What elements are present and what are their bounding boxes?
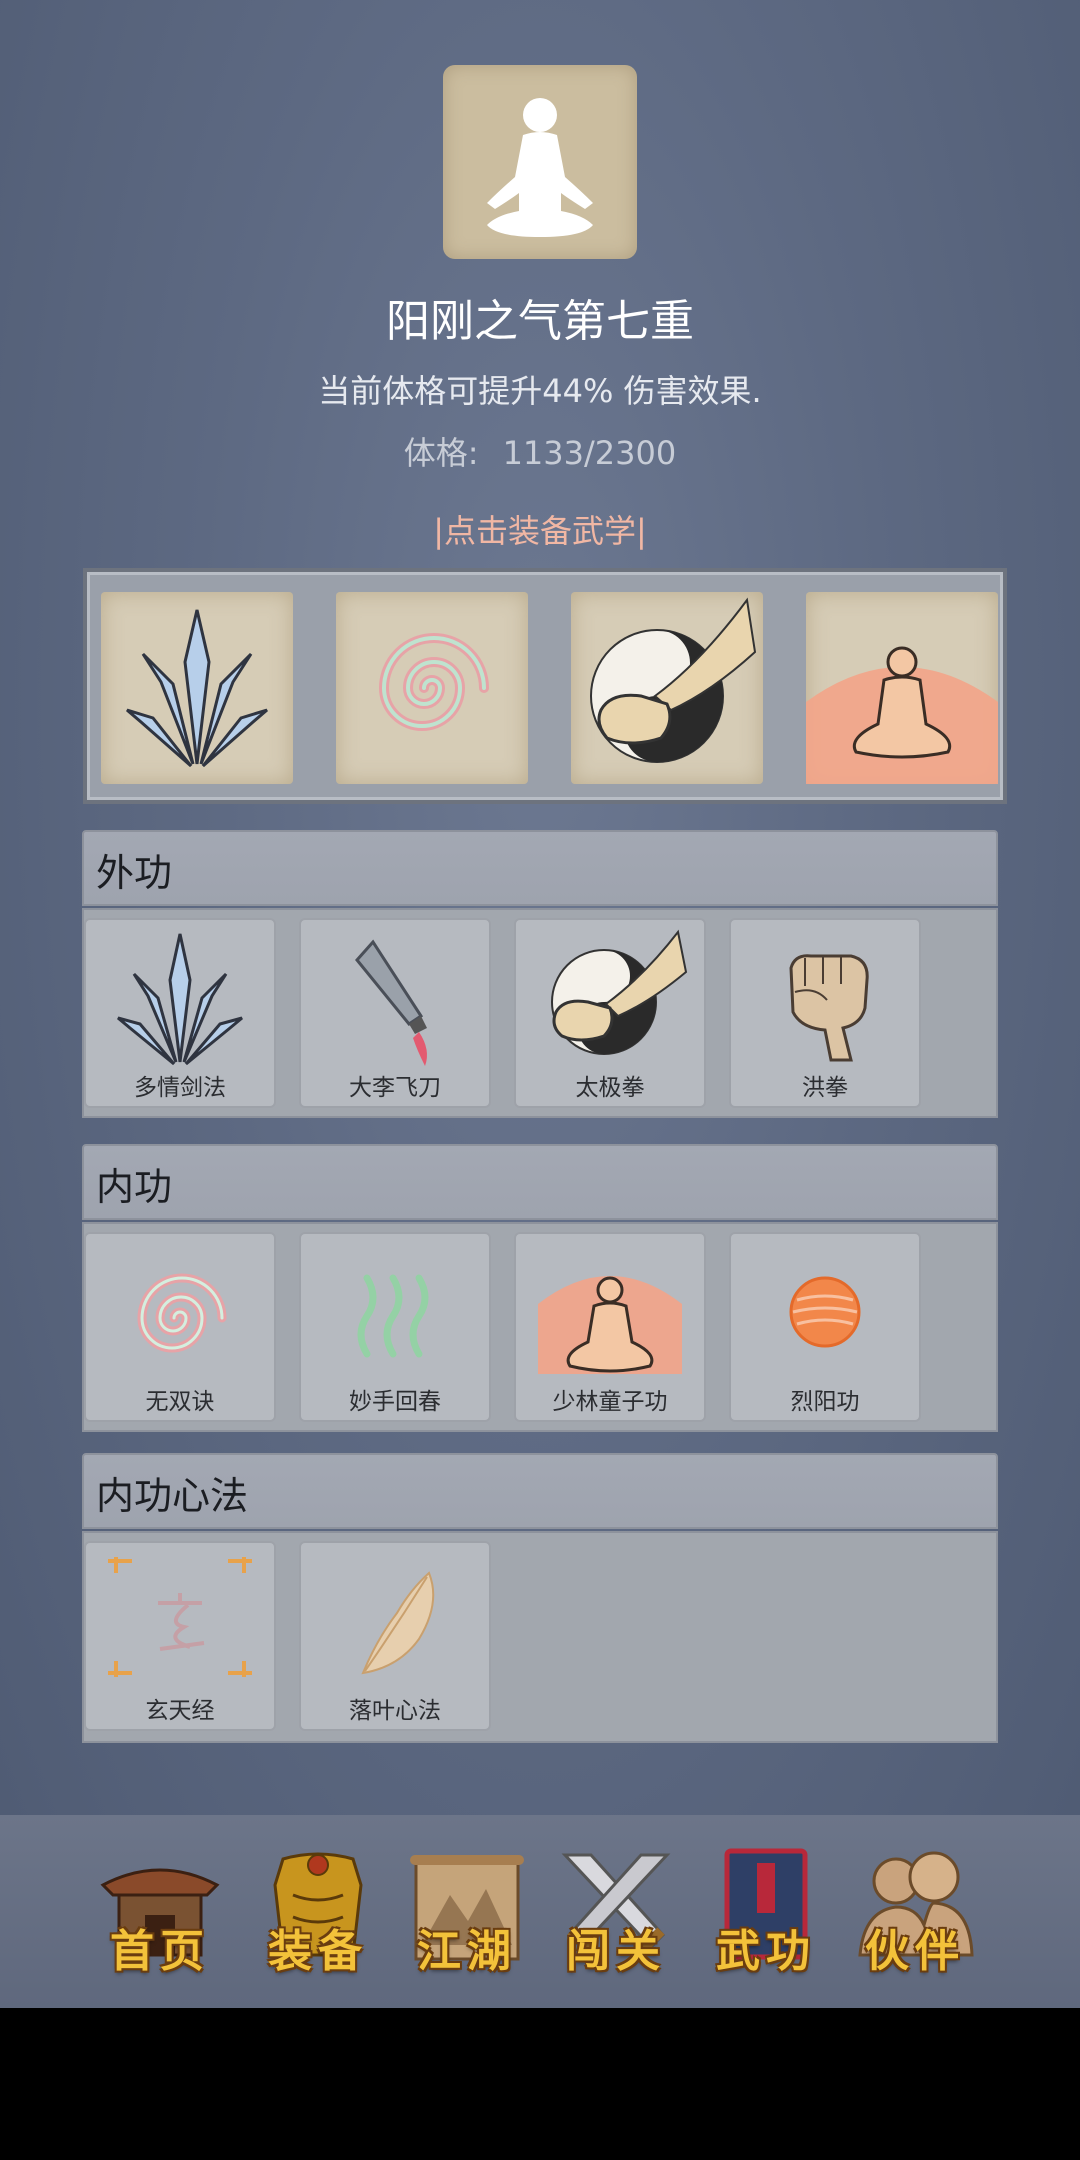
meditating-monk-icon [538, 1276, 682, 1374]
skill-name: 洪拳 [802, 1075, 848, 1101]
nav-label: 首页 [110, 1926, 210, 1977]
skill-card[interactable]: 无双诀 [84, 1232, 276, 1422]
nav-label: 武功 [716, 1926, 816, 1977]
equipped-slot-1[interactable] [101, 592, 293, 784]
meditating-monk-icon [806, 646, 998, 784]
nav-martial-arts[interactable]: 武功 [701, 1845, 831, 1985]
skill-card[interactable]: 少林童子功 [514, 1232, 706, 1422]
skill-card[interactable]: 大李飞刀 [299, 918, 491, 1108]
bottom-navigation: 首页 装备 江湖 闯关 武功 伙伴 [0, 1815, 1080, 2008]
skill-card[interactable]: 太极拳 [514, 918, 706, 1108]
skill-name: 玄天经 [145, 1698, 215, 1724]
skill-grid: 玄天经 落叶心法 [82, 1531, 998, 1743]
section-title: 外功 [96, 851, 173, 895]
nav-home[interactable]: 首页 [95, 1845, 225, 1985]
fist-icon [789, 954, 869, 1062]
nav-label: 闯关 [566, 1926, 666, 1977]
skill-name: 少林童子功 [552, 1389, 668, 1415]
skill-name: 妙手回春 [349, 1389, 441, 1415]
spiral-icon [378, 633, 489, 731]
spiral-icon [137, 1273, 227, 1353]
sword-fan-icon [117, 933, 243, 1066]
section-title: 内功 [96, 1165, 173, 1209]
nav-label: 江湖 [417, 1926, 517, 1977]
skill-card[interactable]: 多情剑法 [84, 918, 276, 1108]
skill-grid: 无双诀 妙手回春 少林童子功 烈阳功 [82, 1222, 998, 1432]
skill-grid: 多情剑法 大李飞刀 太极拳 洪拳 [82, 908, 998, 1118]
skill-card[interactable]: 玄天经 [84, 1541, 276, 1731]
skill-card[interactable]: 妙手回春 [299, 1232, 491, 1422]
cultivation-description: 当前体格可提升44% 伤害效果. [318, 372, 762, 410]
healing-waves-icon [357, 1274, 429, 1358]
nav-label: 装备 [268, 1926, 368, 1977]
leaf-icon [361, 1571, 435, 1675]
skill-name: 烈阳功 [790, 1389, 860, 1415]
skill-name: 无双诀 [145, 1389, 215, 1415]
xuan-character-icon [108, 1557, 252, 1677]
equipped-slot-3[interactable] [571, 592, 763, 784]
meditation-figure-icon [487, 98, 593, 237]
sword-fan-icon [126, 609, 268, 768]
equipped-slot-2[interactable] [336, 592, 528, 784]
taiji-fist-icon [551, 929, 688, 1055]
nav-equipment[interactable]: 装备 [253, 1845, 383, 1985]
cultivation-level-title: 阳刚之气第七重 [386, 296, 694, 347]
nav-challenge[interactable]: 闯关 [551, 1845, 681, 1985]
equipped-skills-bar [83, 568, 1007, 804]
skill-name: 落叶心法 [349, 1698, 441, 1724]
section-header: 内功心法 [82, 1453, 998, 1529]
equip-skill-link[interactable]: |点击装备武学| [0, 506, 1080, 552]
skill-card[interactable]: 落叶心法 [299, 1541, 491, 1731]
nav-companions[interactable]: 伙伴 [850, 1845, 980, 1985]
section-header: 内功 [82, 1144, 998, 1220]
skill-name: 太极拳 [575, 1075, 645, 1101]
physique-stat: 体格: 1133/2300 [0, 428, 1080, 474]
section-header: 外功 [82, 830, 998, 906]
equipped-slot-4[interactable] [806, 592, 998, 784]
character-avatar[interactable] [443, 65, 637, 259]
skill-card[interactable]: 烈阳功 [729, 1232, 921, 1422]
physique-label: 体格: [403, 434, 479, 472]
sun-orb-icon [789, 1276, 861, 1348]
nav-jianghu[interactable]: 江湖 [402, 1845, 532, 1985]
nav-label: 伙伴 [865, 1926, 965, 1977]
section-title: 内功心法 [96, 1474, 249, 1518]
martial-arts-screen: 阳刚之气第七重 当前体格可提升44% 伤害效果. 体格: 1133/2300 |点… [0, 0, 1080, 2008]
physique-value: 1133/2300 [502, 434, 677, 472]
skill-name: 多情剑法 [134, 1075, 226, 1101]
flying-knife-icon [355, 939, 427, 1066]
skill-card[interactable]: 洪拳 [729, 918, 921, 1108]
taiji-fist-icon [590, 597, 757, 763]
skill-name: 大李飞刀 [349, 1075, 441, 1101]
